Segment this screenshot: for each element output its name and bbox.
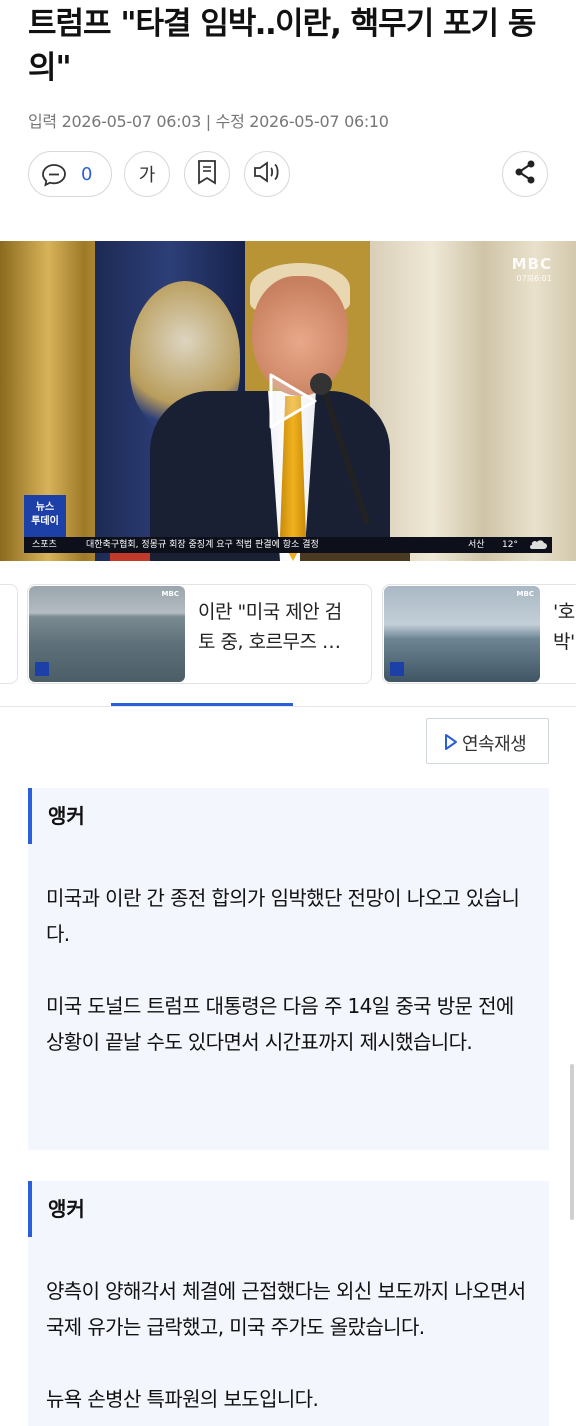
video-wall xyxy=(370,241,576,561)
bookmark-button[interactable] xyxy=(184,151,230,197)
related-thumbnail: MBC xyxy=(384,586,540,682)
transcript-paragraph: 미국과 이란 간 종전 합의가 임박했단 전망이 나오고 있습니다. xyxy=(46,886,520,946)
play-triangle-icon xyxy=(444,733,458,755)
related-card[interactable]: MBC '호 박' xyxy=(382,584,576,684)
ticker-text: 대한축구협회, 정몽규 회장 중징계 요구 적법 판결에 항소 결정 xyxy=(86,540,319,550)
speaker-bar xyxy=(28,1181,32,1237)
related-thumbnail: MBC xyxy=(29,586,185,682)
carousel-indicator xyxy=(111,703,293,706)
transcript-block: 앵커 양측이 양해각서 체결에 근접했다는 외신 보도까지 나오면서 국제 유가… xyxy=(28,1181,549,1426)
channel-time: 07퇴6:01 xyxy=(516,274,552,283)
transcript-paragraph: 미국 도널드 트럼프 대통령은 다음 주 14일 중국 방문 전에 상황이 끝날… xyxy=(46,994,514,1054)
speaker-label: 앵커 xyxy=(48,1197,85,1221)
transcript-paragraph: 양측이 양해각서 체결에 근접했다는 외신 보도까지 나오면서 국제 유가는 급… xyxy=(46,1279,526,1339)
font-size-label: 가 xyxy=(138,165,156,186)
weather-temp: 12° xyxy=(502,540,518,550)
related-videos: MBC 이란 "미국 제안 검토 중, 호르무즈 … MBC '호 박' xyxy=(0,584,576,684)
related-card-prev[interactable] xyxy=(0,584,18,684)
bookmark-icon xyxy=(196,159,218,189)
play-icon[interactable] xyxy=(265,371,319,435)
article-headline: 트럼프 "타결 임박‥이란, 핵무기 포기 동의" xyxy=(28,6,536,86)
share-button[interactable] xyxy=(502,151,548,197)
related-title: '호 박' xyxy=(553,601,575,653)
scrollbar[interactable] xyxy=(570,1064,574,1220)
transcript-block: 앵커 미국과 이란 간 종전 합의가 임박했단 전망이 나오고 있습니다. 미국… xyxy=(28,788,549,1150)
channel-logo: MBC xyxy=(511,255,552,273)
related-title: 이란 "미국 제안 검토 중, 호르무즈 … xyxy=(198,601,342,653)
video-player[interactable]: MBC 07퇴6:01 뉴스 투데이 스포츠 대한축구협회, 정몽규 회장 중징… xyxy=(0,241,576,561)
comment-button[interactable]: 0 xyxy=(28,151,112,197)
program-badge: 뉴스 투데이 xyxy=(24,495,66,537)
listen-button[interactable] xyxy=(244,151,290,197)
transcript-paragraph: 뉴욕 손병산 특파원의 보도입니다. xyxy=(46,1387,319,1411)
thumb-program-badge xyxy=(390,662,404,676)
cloud-icon xyxy=(528,540,548,556)
comment-count: 0 xyxy=(81,164,93,185)
autoplay-button[interactable]: 연속재생 xyxy=(426,718,549,764)
carousel-track xyxy=(0,706,576,707)
share-icon xyxy=(513,159,537,189)
autoplay-label: 연속재생 xyxy=(462,734,527,755)
article-timestamps: 입력 2026-05-07 06:03 | 수정 2026-05-07 06:1… xyxy=(28,112,389,131)
thumb-program-badge xyxy=(35,662,49,676)
speaker-icon xyxy=(252,160,282,188)
font-size-button[interactable]: 가 xyxy=(124,151,170,197)
weather-location: 서산 xyxy=(468,540,485,550)
related-card[interactable]: MBC 이란 "미국 제안 검토 중, 호르무즈 … xyxy=(27,584,372,684)
thumb-channel-logo: MBC xyxy=(516,590,534,598)
article-actions: 0 가 xyxy=(28,151,550,199)
comment-icon xyxy=(41,163,67,191)
news-ticker: 스포츠 대한축구협회, 정몽규 회장 중징계 요구 적법 판결에 항소 결정 서… xyxy=(24,537,552,553)
ticker-section: 스포츠 xyxy=(32,540,57,550)
speaker-bar xyxy=(28,788,32,844)
thumb-channel-logo: MBC xyxy=(161,590,179,598)
speaker-label: 앵커 xyxy=(48,804,85,828)
